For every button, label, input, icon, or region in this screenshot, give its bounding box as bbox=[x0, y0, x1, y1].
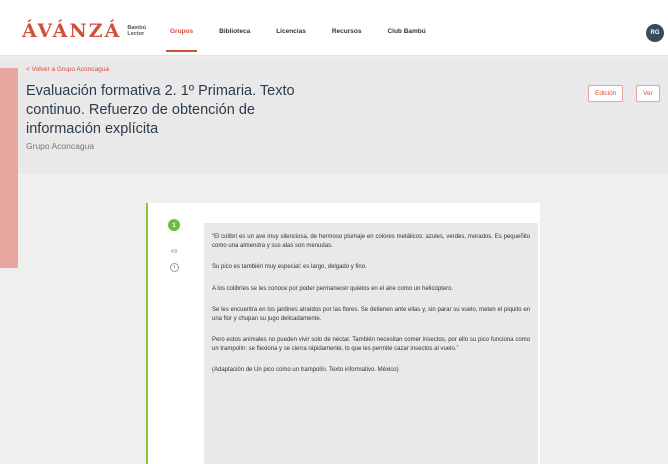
text-paragraph: A los colibríes se les conoce por poder … bbox=[212, 285, 454, 292]
logo-subtitle: Bambú Lector bbox=[127, 25, 146, 37]
top-navigation-bar: ÁVÁNZÁ Bambú Lector Grupos Biblioteca Li… bbox=[0, 0, 668, 56]
view-button[interactable]: Ver bbox=[636, 85, 660, 102]
side-accent-bar bbox=[0, 68, 18, 268]
nav-item-club-bambu[interactable]: Club Bambú bbox=[387, 28, 425, 35]
step-number-badge[interactable]: 1 bbox=[168, 219, 180, 231]
main-nav: Grupos Biblioteca Licencias Recursos Clu… bbox=[165, 28, 452, 52]
text-paragraph: Su pico es también muy especial: es larg… bbox=[212, 264, 367, 270]
timer-icon[interactable] bbox=[169, 263, 179, 272]
user-avatar[interactable]: RG bbox=[646, 24, 664, 42]
text-paragraph: “El colibrí es un ave muy silenciosa, de… bbox=[212, 234, 530, 249]
group-subtitle: Grupo Aconcagua bbox=[26, 141, 95, 151]
nav-item-licencias[interactable]: Licencias bbox=[276, 28, 306, 35]
logo-wordmark: ÁVÁNZÁ bbox=[22, 20, 122, 42]
edit-button[interactable]: Edición bbox=[588, 85, 624, 102]
back-link[interactable]: < Volver a Grupo Aconcagua bbox=[26, 66, 109, 73]
text-paragraph: Pero estos animales no pueden vivir solo… bbox=[212, 337, 530, 352]
text-source: (Adaptación de Un pico como un trampolín… bbox=[212, 367, 399, 373]
nav-item-biblioteca[interactable]: Biblioteca bbox=[219, 28, 250, 35]
avanza-logo[interactable]: ÁVÁNZÁ Bambú Lector bbox=[22, 20, 146, 42]
page-title: Evaluación formativa 2. 1º Primaria. Tex… bbox=[26, 83, 295, 137]
nav-item-grupos[interactable]: Grupos bbox=[165, 28, 198, 52]
reading-card: 1 4/8 “El colibrí es un ave muy silencio… bbox=[146, 203, 540, 464]
logo-subtitle-line-2: Lector bbox=[127, 31, 145, 37]
text-paragraph: Se les encuentra en los jardines atraído… bbox=[212, 307, 530, 322]
nav-item-recursos[interactable]: Recursos bbox=[332, 28, 362, 35]
reading-text-box: “El colibrí es un ave muy silenciosa, de… bbox=[204, 223, 538, 464]
step-progress-label: 4/8 bbox=[170, 249, 178, 255]
step-indicator: 1 4/8 bbox=[164, 219, 184, 272]
